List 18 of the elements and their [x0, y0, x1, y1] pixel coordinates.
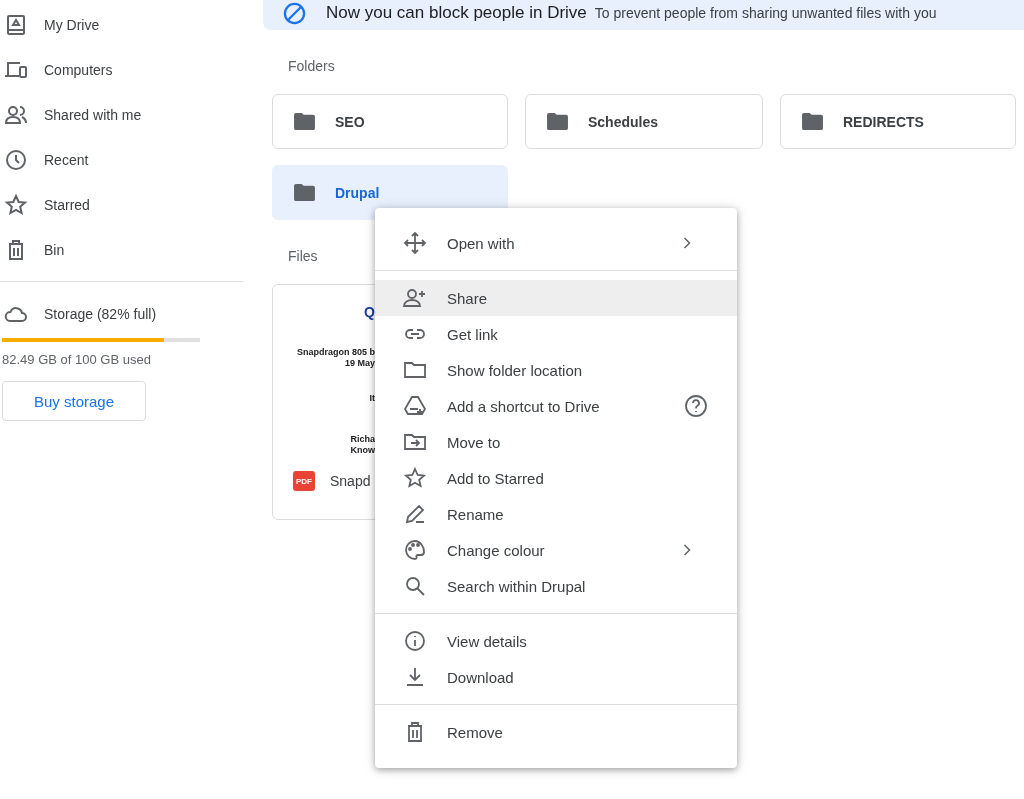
folder-name: REDIRECTS — [843, 113, 924, 130]
preview-text: Snapdragon 805 b — [296, 347, 375, 358]
pdf-icon: PDF — [293, 471, 315, 491]
folder-name: Schedules — [588, 113, 659, 130]
preview-text: Q — [364, 304, 375, 320]
folder-name: SEO — [335, 113, 365, 130]
folder-name: Drupal — [335, 184, 380, 201]
storage-label: Storage (82% full) — [44, 306, 157, 322]
preview-text: 19 May — [344, 358, 375, 369]
section-heading: Files — [288, 248, 319, 264]
file-name: Snapd — [330, 473, 371, 489]
banner-text: To prevent people from sharing unwanted files with you — [594, 5, 937, 21]
section-heading: Folders — [288, 58, 336, 74]
preview-text: Richa — [350, 434, 375, 445]
preview-text: Know — [350, 445, 375, 456]
storage-usage: 82.49 GB of 100 GB used — [2, 352, 152, 367]
preview-text: It — [369, 393, 375, 404]
banner-title: Now you can block people in Drive — [326, 3, 587, 23]
